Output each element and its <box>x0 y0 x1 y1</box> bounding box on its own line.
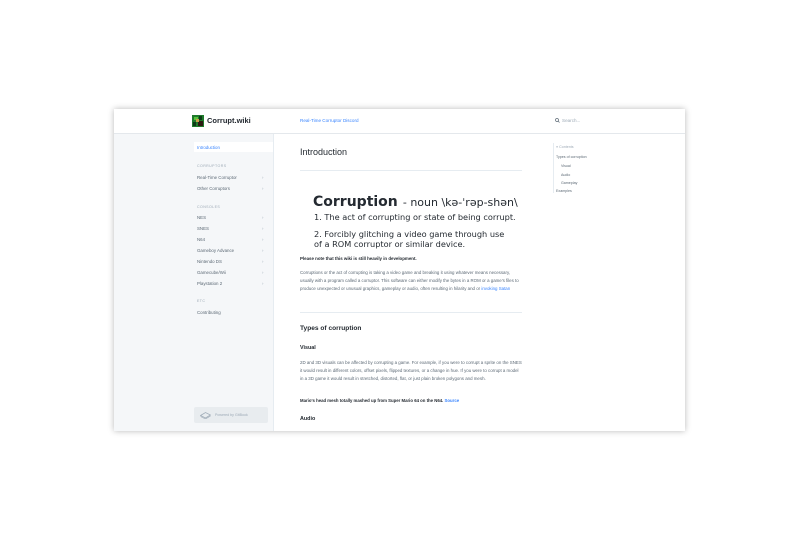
sidebar-item-nintendo-ds[interactable]: Nintendo DS <box>197 259 222 264</box>
top-bar: Corrupt.wiki Real-Time Corruptor Discord… <box>114 109 685 134</box>
sidebar-item-real-time-corruptor[interactable]: Real-Time Corruptor <box>197 175 237 180</box>
chevron-right-icon[interactable]: › <box>262 175 263 180</box>
sidebar-item-other-corruptors[interactable]: Other Corruptors <box>197 186 230 191</box>
invoking-satan-link[interactable]: invoking Satan <box>481 286 510 291</box>
sidebar-heading-etc: ETC <box>197 299 206 303</box>
visual-paragraph: 2D and 3D visuals can be affected by cor… <box>300 360 522 381</box>
section-divider <box>300 312 522 313</box>
chevron-right-icon[interactable]: › <box>262 237 263 242</box>
definition-word: Corruption <box>313 194 398 210</box>
toc-item-audio[interactable]: Audio <box>561 173 570 177</box>
title-divider <box>300 170 522 171</box>
search-box[interactable]: Search... <box>555 118 581 124</box>
definition-sense-1: 1. The act of corrupting or state of bei… <box>314 212 516 222</box>
types-heading: Types of corruption <box>300 325 362 332</box>
discord-link[interactable]: Real-Time Corruptor Discord <box>300 118 359 123</box>
toc-title-label: Contents <box>559 145 574 149</box>
chevron-right-icon[interactable]: › <box>262 259 263 264</box>
sidebar-heading-corruptors: CORRUPTORS <box>197 164 227 168</box>
chevron-right-icon[interactable]: › <box>262 248 263 253</box>
definition-sense-2: 2. Forcibly glitching a video game throu… <box>314 229 505 249</box>
browser-window: Corrupt.wiki Real-Time Corruptor Discord… <box>114 109 685 431</box>
sidebar-item-contributing[interactable]: Contributing <box>197 310 221 315</box>
toc-item-types[interactable]: Types of corruption <box>556 155 587 159</box>
sidebar-item-snes[interactable]: SNES <box>197 226 209 231</box>
chevron-right-icon[interactable]: › <box>262 186 263 191</box>
sidebar-item-nes[interactable]: NES <box>197 215 206 220</box>
search-placeholder: Search... <box>562 118 581 123</box>
chevron-right-icon[interactable]: › <box>262 215 263 220</box>
caption-text: Mario's head mesh totally mashed up from… <box>300 398 444 403</box>
page-title: Introduction <box>300 147 348 157</box>
brand-name[interactable]: Corrupt.wiki <box>207 116 251 125</box>
toc-item-visual[interactable]: Visual <box>561 164 571 168</box>
sidebar-item-gamecube-wii[interactable]: Gamecube/Wii <box>197 270 226 275</box>
powered-by-gitbook[interactable]: Powered by GitBook <box>194 407 268 423</box>
caption-source-link[interactable]: Source <box>445 398 460 403</box>
visual-heading: Visual <box>300 345 316 351</box>
chevron-right-icon[interactable]: › <box>262 270 263 275</box>
audio-heading: Audio <box>300 416 316 422</box>
development-note: Please note that this wiki is still heav… <box>300 256 417 261</box>
definition-pronunciation: - noun \kə-ˈrəp-shən\ <box>402 196 518 209</box>
toc-item-gameplay[interactable]: Gameplay <box>561 181 577 185</box>
sidebar-item-introduction[interactable]: Introduction <box>197 145 220 150</box>
chevron-right-icon[interactable]: › <box>262 226 263 231</box>
chevron-right-icon[interactable]: › <box>262 281 263 286</box>
image-caption: Mario's head mesh totally mashed up from… <box>300 398 459 403</box>
sidebar-item-playstation-2[interactable]: Playstation 2 <box>197 281 222 286</box>
sidebar: Introduction CORRUPTORS Real-Time Corrup… <box>114 134 274 431</box>
toc-rail <box>553 143 554 193</box>
sidebar-heading-consoles: CONSOLES <box>197 205 221 209</box>
toc-item-examples[interactable]: Examples <box>556 189 572 193</box>
sidebar-item-n64[interactable]: N64 <box>197 237 205 242</box>
powered-by-label: Powered by GitBook <box>215 413 248 417</box>
search-icon <box>555 118 560 124</box>
toc-title: ≡ Contents <box>556 145 574 149</box>
intro-paragraph: Corruptions or the act of corrupting is … <box>300 269 522 293</box>
definition-headword: Corruption - noun \kə-ˈrəp-shən\ <box>313 191 518 210</box>
sidebar-item-gameboy-advance[interactable]: Gameboy Advance <box>197 248 234 253</box>
gitbook-icon <box>200 412 211 419</box>
logo-icon[interactable] <box>192 115 204 127</box>
